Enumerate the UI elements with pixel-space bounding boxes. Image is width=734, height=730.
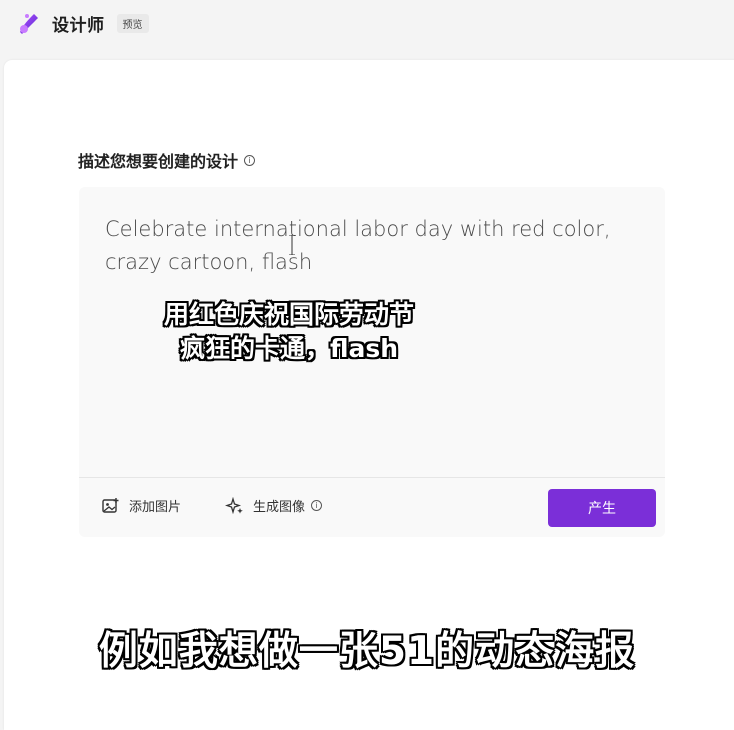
designer-logo-icon[interactable] — [16, 10, 42, 36]
subtitle-line-1: 用红色庆祝国际劳动节 — [163, 300, 414, 329]
preview-badge: 预览 — [116, 13, 149, 33]
prompt-heading-text: 描述您想要创建的设计 — [78, 152, 239, 171]
generate-button[interactable]: 产生 — [548, 489, 656, 527]
add-image-label: 添加图片 — [129, 500, 182, 515]
generate-info-icon[interactable]: i — [311, 500, 323, 511]
info-icon[interactable]: i — [244, 154, 256, 166]
prompt-heading: 描述您想要创建的设计 i — [78, 148, 256, 172]
add-image-button[interactable]: 添加图片 — [101, 496, 181, 515]
subtitle-overlay-bottom: 例如我想做一张51的动态海报 — [98, 629, 636, 674]
top-bar: 设计师 预览 — [0, 0, 734, 46]
text-cursor-icon — [289, 235, 295, 255]
sparkle-icon — [225, 496, 243, 514]
subtitle-line-2: 疯狂的卡通，flash — [179, 334, 399, 363]
editor-divider — [79, 477, 665, 478]
generate-image-button[interactable]: 生成图像 i — [225, 496, 323, 515]
add-image-icon — [102, 497, 119, 513]
app-title: 设计师 — [52, 15, 105, 36]
prompt-textarea[interactable]: Celebrate international labor day with r… — [105, 213, 645, 279]
generate-image-label: 生成图像 — [253, 500, 306, 515]
subtitle-overlay-top: 用红色庆祝国际劳动节 疯狂的卡通，flash — [0, 298, 578, 366]
